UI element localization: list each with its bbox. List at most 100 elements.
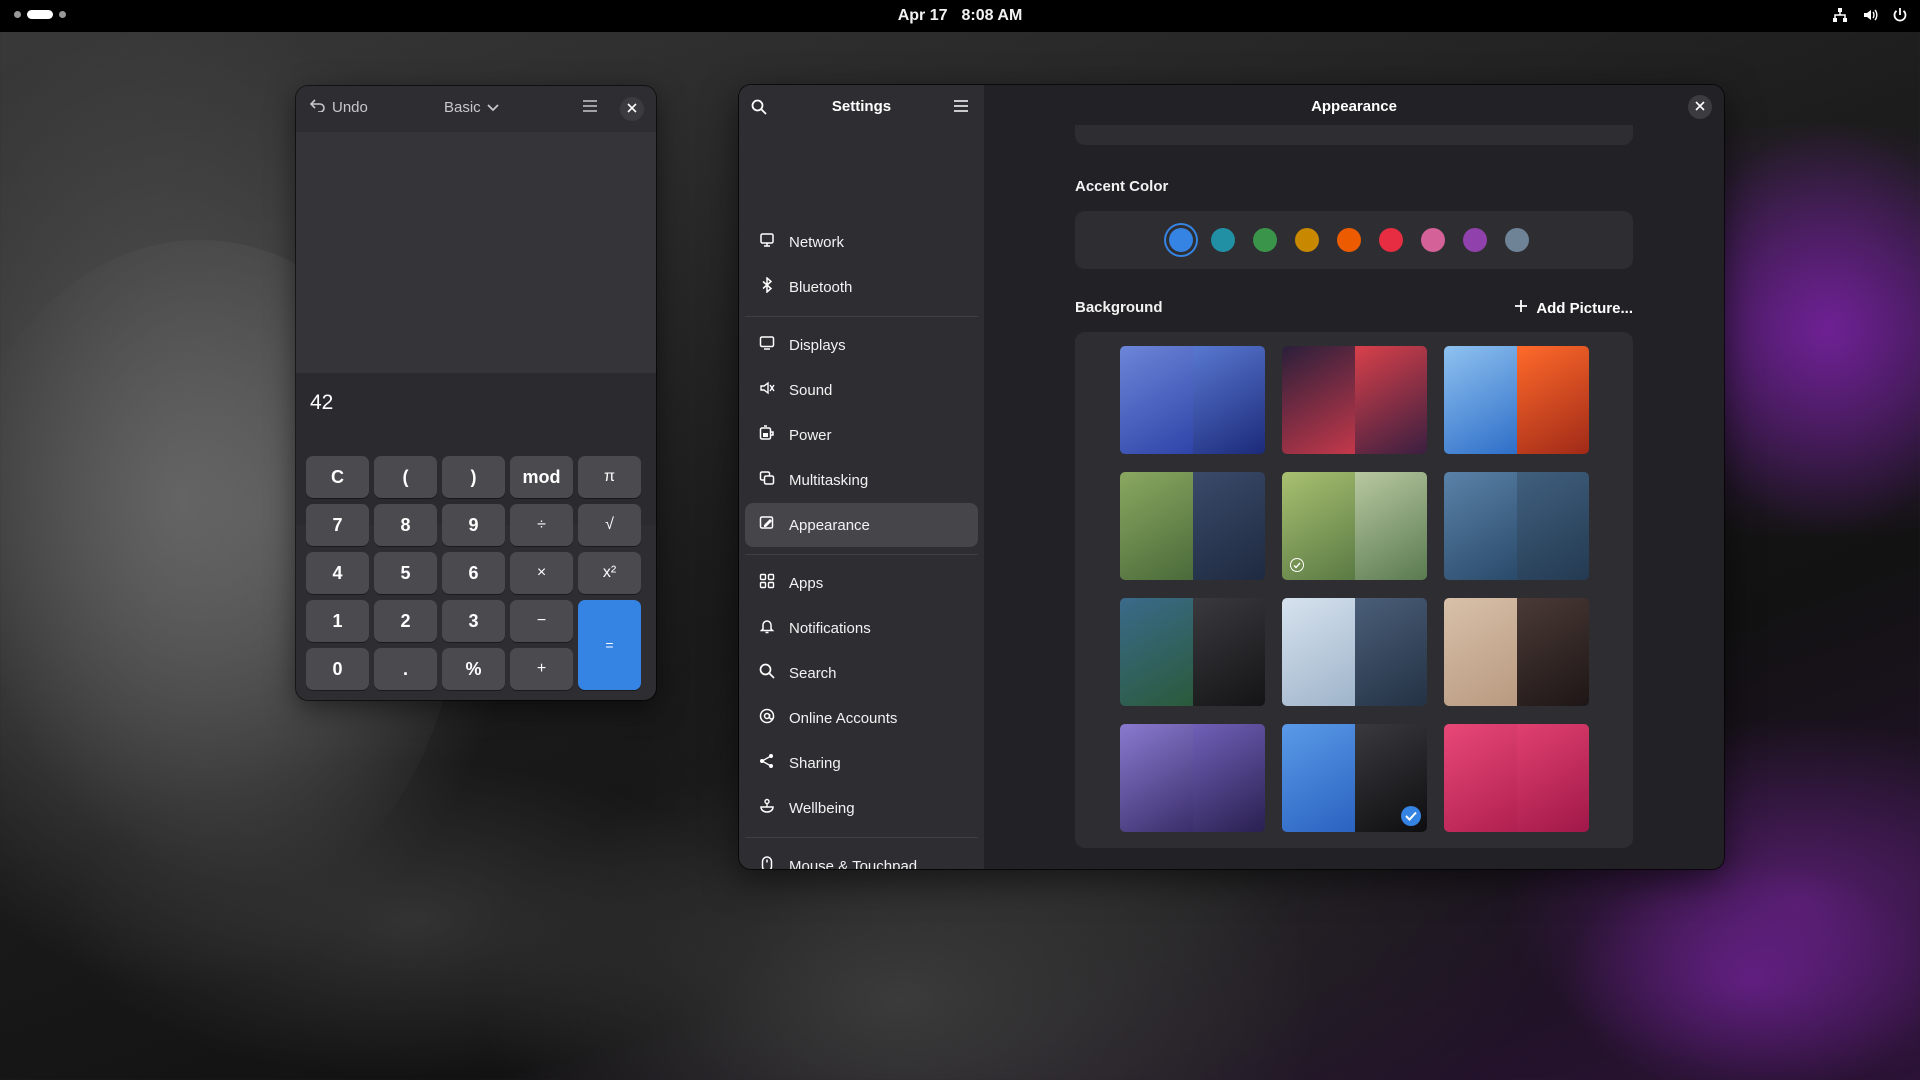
sidebar-item-notifications[interactable]: Notifications (745, 606, 978, 650)
sidebar-item-label: Notifications (789, 619, 871, 637)
style-card-edge (1075, 125, 1633, 145)
clock[interactable]: Apr 17 8:08 AM (898, 7, 1023, 25)
key-5[interactable]: 5 (374, 552, 437, 594)
wallpaper-green-shards[interactable] (1120, 598, 1265, 706)
accent-color-picker (1075, 211, 1633, 269)
sidebar-item-apps[interactable]: Apps (745, 561, 978, 605)
add-picture-button[interactable]: Add Picture... (1514, 299, 1633, 317)
display-value: 42 (310, 391, 334, 414)
accent-swatch-red[interactable] (1379, 228, 1403, 252)
key-decimal[interactable]: . (374, 648, 437, 690)
key-pi[interactable]: π (578, 456, 641, 498)
accent-color-label: Accent Color (1075, 178, 1169, 195)
undo-icon (309, 98, 326, 116)
calculator-display[interactable]: 42 (296, 373, 656, 525)
wallpaper-light-variant (1444, 472, 1517, 580)
accent-swatch-blue[interactable] (1169, 228, 1193, 252)
wallpaper-blue-dark[interactable] (1282, 724, 1427, 832)
system-tray[interactable] (1832, 7, 1908, 23)
wallpaper-drops[interactable] (1444, 346, 1589, 454)
sidebar-item-power[interactable]: Power (745, 413, 978, 457)
sidebar-item-sound[interactable]: Sound (745, 368, 978, 412)
key-4[interactable]: 4 (306, 552, 369, 594)
sidebar-item-displays[interactable]: Displays (745, 323, 978, 367)
speaker-icon (759, 380, 775, 400)
undo-label: Undo (332, 98, 368, 116)
wallpaper-blue-cubes[interactable] (1120, 346, 1265, 454)
key-sqrt[interactable]: √ (578, 504, 641, 546)
sidebar-separator (745, 837, 978, 838)
close-icon (627, 100, 637, 118)
calculator-menu-button[interactable] (582, 99, 598, 118)
key-1[interactable]: 1 (306, 600, 369, 642)
accent-swatch-green[interactable] (1253, 228, 1277, 252)
accent-swatch-yellow[interactable] (1295, 228, 1319, 252)
sidebar-item-multitasking[interactable]: Multitasking (745, 458, 978, 502)
wallpaper-dark-variant (1192, 598, 1265, 706)
calculator-close-button[interactable] (620, 97, 644, 121)
wallpaper-light-variant (1444, 346, 1517, 454)
wallpaper-pink-pills[interactable] (1444, 724, 1589, 832)
key-multiply[interactable]: × (510, 552, 573, 594)
wallpaper-dark-variant (1516, 472, 1589, 580)
key-6[interactable]: 6 (442, 552, 505, 594)
accent-swatch-pink[interactable] (1421, 228, 1445, 252)
sidebar-item-label: Displays (789, 336, 846, 354)
key-7[interactable]: 7 (306, 504, 369, 546)
sidebar-item-wellbeing[interactable]: Wellbeing (745, 786, 978, 830)
wallpaper-tree[interactable] (1282, 472, 1427, 580)
close-icon (1695, 98, 1705, 116)
key-square[interactable]: x² (578, 552, 641, 594)
key-add[interactable]: + (510, 648, 573, 690)
wallpaper-white-glass[interactable] (1282, 598, 1427, 706)
key-2[interactable]: 2 (374, 600, 437, 642)
key-0[interactable]: 0 (306, 648, 369, 690)
key-equals[interactable]: = (578, 600, 641, 690)
sidebar-item-label: Wellbeing (789, 799, 855, 817)
key-mod[interactable]: mod (510, 456, 573, 498)
accent-swatch-purple[interactable] (1463, 228, 1487, 252)
mode-dropdown[interactable]: Basic (444, 99, 499, 116)
sidebar-item-label: Bluetooth (789, 278, 853, 296)
search-icon (759, 663, 775, 683)
key-percent[interactable]: % (442, 648, 505, 690)
sidebar-item-mouse-touchpad[interactable]: Mouse & Touchpad (745, 844, 978, 869)
battery-icon (759, 425, 775, 445)
page-title: Appearance (1311, 98, 1397, 115)
undo-button[interactable]: Undo (309, 98, 368, 116)
sidebar-item-label: Multitasking (789, 471, 869, 489)
sidebar-item-online-accounts[interactable]: Online Accounts (745, 696, 978, 740)
bluetooth-icon (759, 276, 775, 297)
key-close-paren[interactable]: ) (442, 456, 505, 498)
key-clear[interactable]: C (306, 456, 369, 498)
sidebar-item-bluetooth[interactable]: Bluetooth (745, 265, 978, 309)
key-divide[interactable]: ÷ (510, 504, 573, 546)
wallpaper-tree-day-night[interactable] (1120, 472, 1265, 580)
wallpaper-purple-crystal[interactable] (1120, 724, 1265, 832)
settings-close-button[interactable] (1688, 95, 1712, 119)
sidebar-item-search[interactable]: Search (745, 651, 978, 695)
activities-indicator[interactable] (14, 10, 66, 19)
key-open-paren[interactable]: ( (374, 456, 437, 498)
wallpaper-water-ripples[interactable] (1444, 472, 1589, 580)
sidebar-menu-button[interactable] (953, 99, 969, 118)
mouse-icon (759, 856, 775, 869)
sidebar-item-network[interactable]: Network (745, 220, 978, 264)
wallpaper-light-variant (1120, 724, 1193, 832)
wallpaper-sand-dunes[interactable] (1444, 598, 1589, 706)
key-subtract[interactable]: − (510, 600, 573, 642)
accent-swatch-teal[interactable] (1211, 228, 1235, 252)
wallpaper-dark-variant (1354, 598, 1427, 706)
wallpaper-dark-variant (1516, 346, 1589, 454)
accent-swatch-orange[interactable] (1337, 228, 1361, 252)
key-8[interactable]: 8 (374, 504, 437, 546)
background-label: Background (1075, 299, 1163, 316)
sidebar-item-sharing[interactable]: Sharing (745, 741, 978, 785)
accent-swatch-slate[interactable] (1505, 228, 1529, 252)
sidebar-item-appearance[interactable]: Appearance (745, 503, 978, 547)
key-9[interactable]: 9 (442, 504, 505, 546)
wallpaper-red-waves[interactable] (1282, 346, 1427, 454)
wallpaper-light-variant (1282, 346, 1355, 454)
workspace-dot (59, 11, 66, 18)
key-3[interactable]: 3 (442, 600, 505, 642)
